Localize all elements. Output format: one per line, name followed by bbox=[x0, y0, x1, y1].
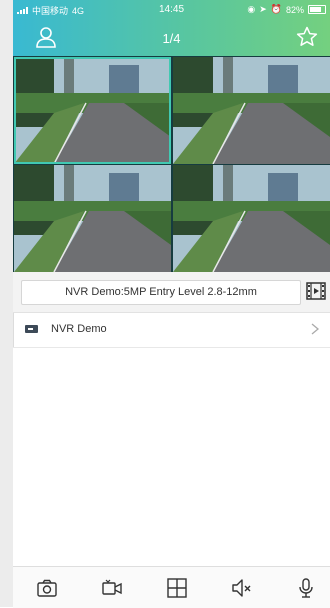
device-label-bar: NVR Demo:5MP Entry Level 2.8-12mm bbox=[13, 272, 330, 313]
battery-icon bbox=[308, 5, 326, 14]
grid-layout-icon[interactable] bbox=[166, 577, 188, 599]
video-tile-1[interactable] bbox=[14, 57, 171, 164]
camera-feed-1 bbox=[14, 57, 171, 164]
app-screen: 中国移动 4G 14:45 ◉ ➤ ⏰ 82% 1/4 NVR Demo:5MP… bbox=[0, 0, 330, 608]
location-icon: ◉ bbox=[247, 4, 256, 14]
status-bar: 中国移动 4G 14:45 ◉ ➤ ⏰ 82% bbox=[13, 0, 330, 18]
bottom-toolbar bbox=[13, 566, 330, 608]
camera-snapshot-icon[interactable] bbox=[36, 577, 58, 599]
video-tile-2[interactable] bbox=[173, 57, 330, 164]
mute-icon[interactable] bbox=[231, 577, 253, 599]
device-label: NVR Demo:5MP Entry Level 2.8-12mm bbox=[21, 280, 301, 305]
chevron-right-icon bbox=[311, 323, 320, 335]
header: 中国移动 4G 14:45 ◉ ➤ ⏰ 82% 1/4 bbox=[13, 0, 330, 56]
video-tile-3[interactable] bbox=[14, 165, 171, 272]
status-right: ◉ ➤ ⏰ 82% bbox=[247, 4, 326, 15]
navigation-icon: ➤ bbox=[259, 4, 267, 14]
camera-feed-4 bbox=[173, 165, 330, 272]
video-record-icon[interactable] bbox=[101, 577, 123, 599]
device-name: NVR Demo bbox=[51, 323, 107, 335]
nvr-icon bbox=[25, 325, 38, 333]
star-icon[interactable] bbox=[296, 26, 318, 48]
film-icon[interactable] bbox=[306, 281, 326, 301]
video-grid bbox=[13, 56, 330, 272]
alarm-icon: ⏰ bbox=[270, 4, 282, 14]
list-item[interactable]: NVR Demo bbox=[13, 313, 330, 348]
camera-feed-2 bbox=[173, 57, 330, 164]
video-tile-4[interactable] bbox=[173, 165, 330, 272]
camera-feed-3 bbox=[14, 165, 171, 272]
device-list-empty-area bbox=[13, 348, 330, 566]
page-title: 1/4 bbox=[162, 31, 181, 46]
battery-percent: 82% bbox=[285, 4, 304, 15]
microphone-icon[interactable] bbox=[295, 577, 317, 599]
left-edge-divider bbox=[0, 0, 14, 607]
